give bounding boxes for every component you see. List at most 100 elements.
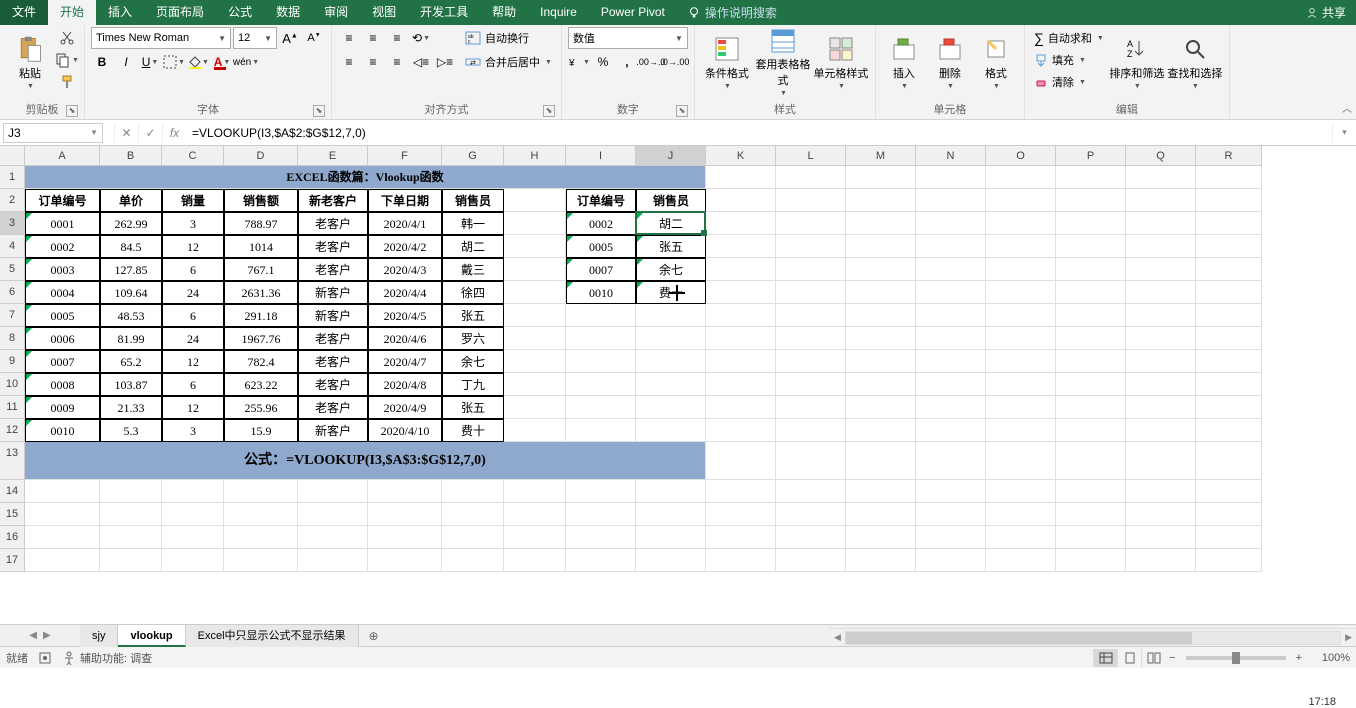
cell[interactable] [636, 350, 706, 373]
col-header-M[interactable]: M [846, 146, 916, 166]
row-header-1[interactable]: 1 [0, 166, 25, 189]
data-5-0[interactable]: 0006 [25, 327, 100, 350]
wrap-text-button[interactable]: abc自动换行 [462, 27, 555, 49]
col-header-H[interactable]: H [504, 146, 566, 166]
cell[interactable] [442, 503, 504, 526]
cell[interactable] [566, 327, 636, 350]
cell[interactable] [776, 373, 846, 396]
cell[interactable] [916, 281, 986, 304]
cell[interactable] [1126, 189, 1196, 212]
font-size-combo[interactable]: 12▼ [233, 27, 277, 49]
cell[interactable] [776, 350, 846, 373]
row-header-2[interactable]: 2 [0, 189, 25, 212]
horizontal-scrollbar[interactable]: ◀ ▶ [830, 628, 1356, 646]
cell[interactable] [162, 526, 224, 549]
cell[interactable] [442, 526, 504, 549]
cell[interactable] [916, 189, 986, 212]
cell[interactable] [776, 526, 846, 549]
align-top-button[interactable]: ≡ [338, 27, 360, 49]
cell[interactable] [100, 480, 162, 503]
merge-center-button[interactable]: ⇄合并后居中▼ [462, 51, 555, 73]
lookup-header-0[interactable]: 订单编号 [566, 189, 636, 212]
cell[interactable] [706, 166, 776, 189]
cell[interactable] [916, 258, 986, 281]
cell[interactable] [636, 419, 706, 442]
row-header-10[interactable]: 10 [0, 373, 25, 396]
cell[interactable] [706, 442, 776, 480]
cell[interactable] [916, 304, 986, 327]
data-4-6[interactable]: 张五 [442, 304, 504, 327]
accounting-button[interactable]: ¥▼ [568, 51, 590, 73]
cell[interactable] [1056, 396, 1126, 419]
cell[interactable] [916, 480, 986, 503]
bold-button[interactable]: B [91, 51, 113, 73]
data-6-5[interactable]: 2020/4/7 [368, 350, 442, 373]
cell[interactable] [566, 350, 636, 373]
cell[interactable] [1196, 212, 1262, 235]
cell[interactable] [442, 549, 504, 572]
col-header-L[interactable]: L [776, 146, 846, 166]
cell[interactable] [846, 442, 916, 480]
data-7-3[interactable]: 623.22 [224, 373, 298, 396]
cell[interactable] [986, 373, 1056, 396]
cell[interactable] [1126, 503, 1196, 526]
data-0-6[interactable]: 韩一 [442, 212, 504, 235]
col-header-I[interactable]: I [566, 146, 636, 166]
data-3-5[interactable]: 2020/4/4 [368, 281, 442, 304]
col-header-Q[interactable]: Q [1126, 146, 1196, 166]
data-4-2[interactable]: 6 [162, 304, 224, 327]
formula-display-cell[interactable]: 公式：=VLOOKUP(I3,$A$3:$G$12,7,0) [25, 442, 706, 480]
cell[interactable] [776, 480, 846, 503]
phonetic-button[interactable]: wén▼ [235, 51, 257, 73]
cell[interactable] [504, 373, 566, 396]
cell[interactable] [846, 327, 916, 350]
cell[interactable] [1056, 281, 1126, 304]
lookup-header-1[interactable]: 销售员 [636, 189, 706, 212]
cell[interactable] [1196, 442, 1262, 480]
cell[interactable] [846, 189, 916, 212]
cell[interactable] [986, 281, 1056, 304]
col-header-G[interactable]: G [442, 146, 504, 166]
cell[interactable] [1126, 419, 1196, 442]
cell[interactable] [706, 549, 776, 572]
data-1-4[interactable]: 老客户 [298, 235, 368, 258]
decrease-decimal-button[interactable]: .0→.00 [664, 51, 686, 73]
lookup-3-1[interactable]: 费十 [636, 281, 706, 304]
cell[interactable] [846, 212, 916, 235]
cell[interactable] [846, 373, 916, 396]
scroll-right-icon[interactable]: ▶ [1341, 632, 1356, 643]
tab-home[interactable]: 开始 [48, 0, 96, 25]
cell[interactable] [1126, 350, 1196, 373]
data-4-4[interactable]: 新客户 [298, 304, 368, 327]
cell[interactable] [776, 304, 846, 327]
cell[interactable] [25, 503, 100, 526]
cell[interactable] [1196, 258, 1262, 281]
cut-button[interactable] [56, 27, 78, 49]
data-8-6[interactable]: 张五 [442, 396, 504, 419]
cell[interactable] [25, 480, 100, 503]
cell[interactable] [776, 166, 846, 189]
data-2-0[interactable]: 0003 [25, 258, 100, 281]
data-6-2[interactable]: 12 [162, 350, 224, 373]
cell[interactable] [100, 503, 162, 526]
spreadsheet-grid[interactable]: ABCDEFGHIJKLMNOPQR 123456789101112131415… [0, 146, 1356, 624]
cell[interactable] [504, 327, 566, 350]
col-header-N[interactable]: N [916, 146, 986, 166]
cell[interactable] [916, 396, 986, 419]
conditional-format-button[interactable]: 条件格式▼ [701, 27, 753, 97]
row-header-11[interactable]: 11 [0, 396, 25, 419]
cell[interactable] [1126, 396, 1196, 419]
data-3-0[interactable]: 0004 [25, 281, 100, 304]
lookup-1-0[interactable]: 0005 [566, 235, 636, 258]
row-header-15[interactable]: 15 [0, 503, 25, 526]
cell[interactable] [986, 166, 1056, 189]
col-header-P[interactable]: P [1056, 146, 1126, 166]
cell[interactable] [636, 304, 706, 327]
cell[interactable] [298, 549, 368, 572]
data-3-6[interactable]: 徐四 [442, 281, 504, 304]
cell[interactable] [504, 419, 566, 442]
data-9-2[interactable]: 3 [162, 419, 224, 442]
tab-insert[interactable]: 插入 [96, 0, 144, 25]
data-7-6[interactable]: 丁九 [442, 373, 504, 396]
align-right-button[interactable]: ≡ [386, 51, 408, 73]
